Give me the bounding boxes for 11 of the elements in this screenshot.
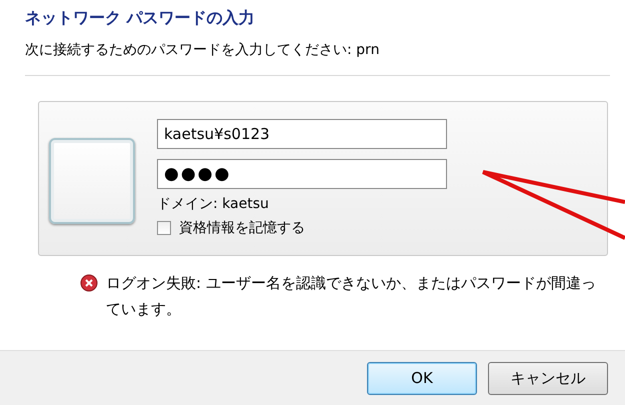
error-message: ログオン失敗: ユーザー名を認識できないか、またはパスワードが間違っています。	[106, 273, 597, 320]
dialog-button[interactable]: キャンセル	[488, 362, 608, 394]
remember-label: 資格情報を記憶する	[179, 219, 305, 237]
prompt-text: 次に接続するためのパスワードを入力してください: prn	[25, 41, 380, 59]
error-icon	[80, 274, 98, 292]
domain-label: ドメイン: kaetsu	[157, 195, 270, 213]
dialog-button[interactable]: OK	[367, 362, 477, 394]
username-field[interactable]: kaetsu¥s0123	[157, 119, 447, 149]
window-title: ネットワーク パスワードの入力	[25, 8, 256, 29]
remember-checkbox[interactable]	[157, 221, 171, 235]
password-field[interactable]: ●●●●	[157, 159, 447, 189]
